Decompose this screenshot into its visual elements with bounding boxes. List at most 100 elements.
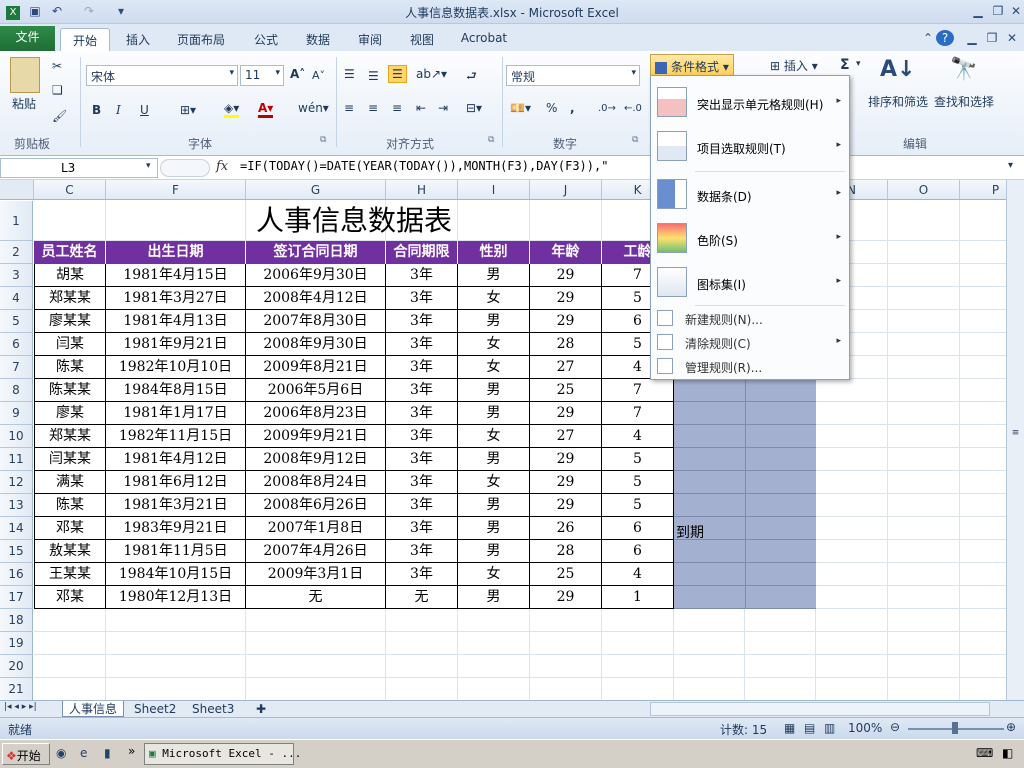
sort-filter-icon[interactable]: A↓ [880, 57, 916, 89]
doc-restore-icon[interactable]: ❐ [982, 30, 1002, 46]
table-cell[interactable]: 闫某某 [34, 448, 106, 471]
table-cell[interactable]: 5 [602, 471, 674, 494]
table-cell[interactable]: 1981年4月15日 [106, 264, 246, 287]
quicklaunch-icon-3[interactable]: ▮ [104, 746, 111, 760]
table-cell[interactable]: 25 [530, 563, 602, 586]
table-cell[interactable]: 2007年1月8日 [246, 517, 386, 540]
table-cell[interactable]: 1981年4月13日 [106, 310, 246, 333]
autosum-button[interactable]: Σ [840, 57, 850, 73]
column-header[interactable]: J [530, 180, 602, 200]
accounting-format-icon[interactable]: 💴▾ [510, 101, 531, 115]
table-cell[interactable]: 王某某 [34, 563, 106, 586]
table-cell[interactable]: 1984年8月15日 [106, 379, 246, 402]
table-cell[interactable]: 3年 [386, 471, 458, 494]
table-cell[interactable]: 7 [602, 379, 674, 402]
table-header-cell[interactable]: 年龄 [530, 241, 602, 264]
table-cell[interactable]: 廖某某 [34, 310, 106, 333]
table-cell[interactable]: 陈某 [34, 356, 106, 379]
insert-function-icon[interactable]: fx [216, 159, 228, 174]
table-cell[interactable]: 男 [458, 379, 530, 402]
table-cell[interactable]: 1984年10月15日 [106, 563, 246, 586]
table-cell[interactable]: 1981年3月21日 [106, 494, 246, 517]
menu-item-clear-rules[interactable]: 清除规则(C) ▸ [651, 332, 849, 354]
sheet-title[interactable]: 人事信息数据表 [34, 201, 674, 241]
row-header[interactable]: 15 [0, 540, 33, 563]
table-header-cell[interactable]: 出生日期 [106, 241, 246, 264]
tray-icon[interactable]: ◧ [1002, 746, 1013, 760]
shrink-font-icon[interactable]: A˅ [312, 69, 325, 82]
zoom-slider-thumb[interactable] [952, 722, 958, 734]
start-button[interactable]: ❖开始 [2, 743, 50, 765]
align-top-icon[interactable]: ☰ [344, 67, 355, 81]
fill-color-icon[interactable]: ◈▾ [224, 101, 240, 118]
tab-formulas[interactable]: 公式 [246, 28, 286, 51]
table-cell[interactable]: 3年 [386, 540, 458, 563]
taskbar-excel-button[interactable]: ▣ Microsoft Excel - ... [144, 743, 301, 765]
table-cell[interactable]: 2006年8月23日 [246, 402, 386, 425]
help-icon[interactable]: ? [936, 30, 954, 46]
close-icon[interactable]: ✕ [1006, 3, 1024, 19]
table-cell[interactable]: 1981年4月12日 [106, 448, 246, 471]
sheet-tab-1[interactable]: 人事信息 [62, 701, 125, 717]
table-cell[interactable]: 27 [530, 425, 602, 448]
zoom-level[interactable]: 100% [848, 721, 882, 735]
column-header[interactable]: H [386, 180, 458, 200]
tab-data[interactable]: 数据 [298, 28, 338, 51]
table-cell[interactable]: 2008年9月12日 [246, 448, 386, 471]
column-header[interactable]: F [106, 180, 246, 200]
menu-item-manage-rules[interactable]: 管理规则(R)... [651, 356, 849, 378]
table-cell[interactable]: 2006年5月6日 [246, 379, 386, 402]
table-cell[interactable]: 6 [602, 540, 674, 563]
restore-icon[interactable]: ❐ [988, 3, 1008, 19]
table-cell[interactable]: 男 [458, 540, 530, 563]
table-cell[interactable]: 无 [386, 586, 458, 609]
autosum-dropdown-icon[interactable]: ▾ [856, 59, 861, 69]
align-center-icon[interactable]: ≡ [368, 101, 378, 115]
doc-close-icon[interactable]: ✕ [1002, 30, 1022, 46]
row-header[interactable]: 12 [0, 471, 33, 494]
table-cell[interactable]: 邓某 [34, 586, 106, 609]
tab-file[interactable]: 文件 [0, 26, 55, 51]
taskbar-more-icon[interactable]: » [128, 744, 135, 758]
sheet-nav-icon[interactable]: |◂ ◂ ▸ ▸| [4, 702, 37, 712]
table-cell[interactable]: 郑某某 [34, 287, 106, 310]
increase-indent-icon[interactable]: ⇥ [438, 101, 448, 115]
table-cell[interactable]: 2008年9月30日 [246, 333, 386, 356]
table-cell[interactable]: 3年 [386, 517, 458, 540]
row-header[interactable]: 20 [0, 655, 33, 678]
insert-cells-button[interactable]: ⊞ 插入 ▾ [770, 57, 818, 74]
table-cell[interactable]: 27 [530, 356, 602, 379]
ie-icon[interactable]: e [80, 746, 87, 760]
keyboard-icon[interactable]: ⌨ [976, 746, 993, 760]
table-cell[interactable]: 男 [458, 264, 530, 287]
table-cell[interactable]: 2009年9月21日 [246, 425, 386, 448]
table-cell[interactable]: 29 [530, 448, 602, 471]
copy-icon[interactable]: ❏ [52, 83, 63, 97]
table-cell[interactable]: 男 [458, 402, 530, 425]
sheet-tab-2[interactable]: Sheet2 [128, 701, 182, 717]
find-select-button[interactable]: 查找和选择 [934, 93, 994, 110]
table-cell[interactable]: 7 [602, 402, 674, 425]
tab-view[interactable]: 视图 [402, 28, 442, 51]
row-header[interactable]: 18 [0, 609, 33, 632]
table-cell[interactable]: 邓某 [34, 517, 106, 540]
table-cell[interactable]: 闫某 [34, 333, 106, 356]
italic-button[interactable]: I [116, 103, 121, 117]
table-cell[interactable]: 2009年8月21日 [246, 356, 386, 379]
table-cell[interactable]: 胡某 [34, 264, 106, 287]
table-cell[interactable]: 4 [602, 563, 674, 586]
row-header[interactable]: 21 [0, 678, 33, 700]
row-header[interactable]: 11 [0, 448, 33, 471]
normal-view-icon[interactable]: ▦ [784, 721, 795, 735]
table-cell[interactable]: 女 [458, 287, 530, 310]
table-cell[interactable]: 29 [530, 287, 602, 310]
table-cell[interactable]: 4 [602, 425, 674, 448]
due-cell[interactable]: 到期 [676, 522, 704, 542]
conditional-format-button[interactable]: 条件格式 ▾ [650, 54, 734, 76]
table-cell[interactable]: 1982年10月10日 [106, 356, 246, 379]
row-header[interactable]: 4 [0, 287, 33, 310]
table-cell[interactable]: 26 [530, 517, 602, 540]
column-header[interactable]: O [888, 180, 960, 200]
table-cell[interactable]: 1982年11月15日 [106, 425, 246, 448]
table-cell[interactable]: 女 [458, 471, 530, 494]
